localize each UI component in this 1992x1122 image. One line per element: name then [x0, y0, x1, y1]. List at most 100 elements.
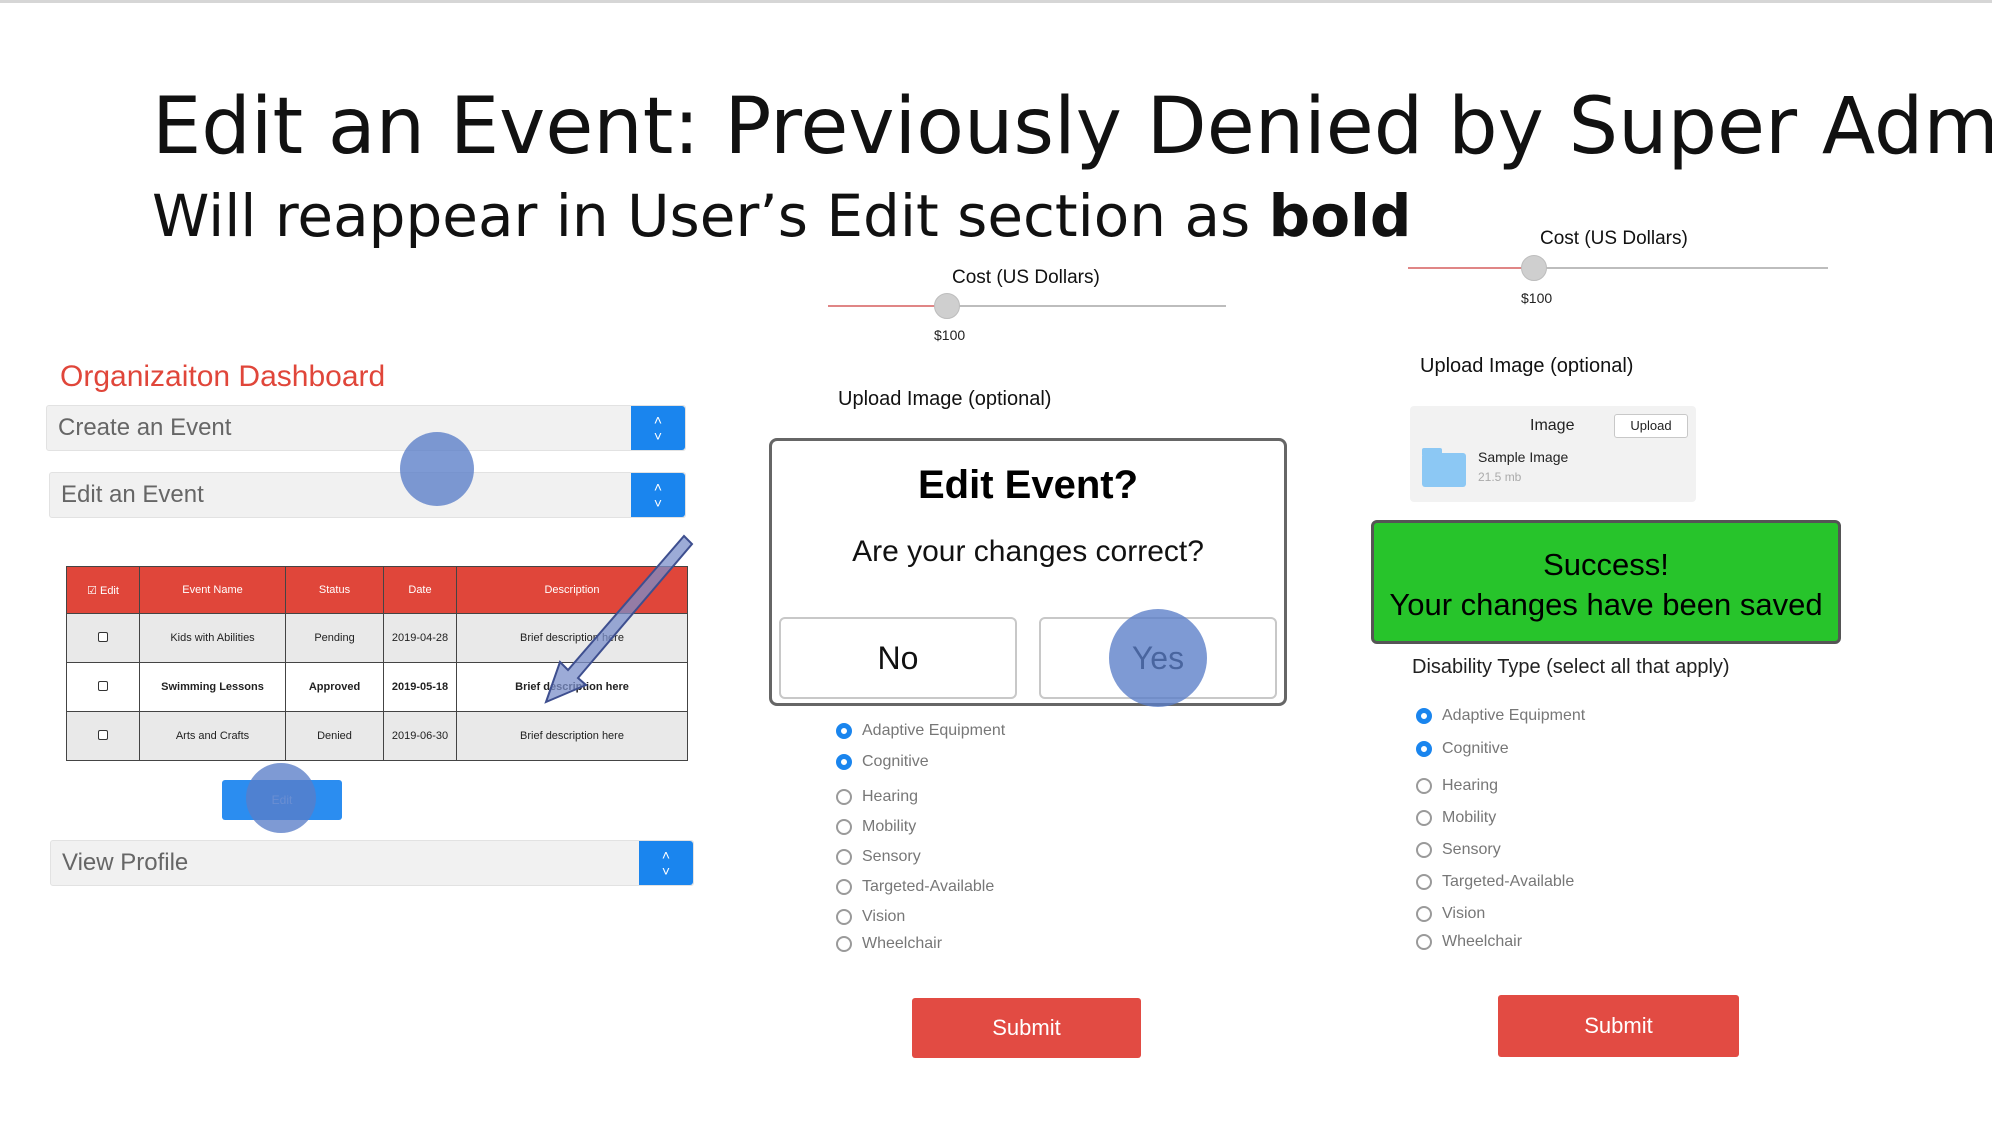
upload-button[interactable]: Upload — [1614, 414, 1688, 438]
radio-button[interactable] — [1416, 810, 1432, 826]
column-header-event-name: Event Name — [139, 566, 286, 614]
radio-mobility[interactable]: Mobility — [836, 818, 916, 836]
upload-image-label: Upload Image (optional) — [838, 388, 1052, 410]
radio-button[interactable] — [836, 789, 852, 805]
radio-label: Adaptive Equipment — [862, 722, 1006, 739]
radio-mobility[interactable]: Mobility — [1416, 809, 1496, 827]
no-button[interactable]: No — [779, 617, 1017, 699]
cost-slider[interactable] — [1408, 254, 1828, 284]
radio-wheelchair[interactable]: Wheelchair — [836, 935, 942, 953]
radio-adaptive-equipment[interactable]: Adaptive Equipment — [836, 722, 1005, 740]
top-border — [0, 0, 1992, 3]
event-name-cell: Swimming Lessons — [139, 662, 286, 712]
radio-label: Targeted-Available — [1442, 873, 1575, 890]
column-header-status: Status — [285, 566, 384, 614]
radio-targeted-available[interactable]: Targeted-Available — [836, 878, 994, 896]
radio-label: Wheelchair — [1442, 933, 1523, 950]
success-banner: Success! Your changes have been saved — [1371, 520, 1841, 644]
chevron-down-icon: ˅ — [653, 428, 663, 444]
radio-button[interactable] — [836, 754, 852, 770]
success-message: Your changes have been saved — [1389, 587, 1823, 622]
slider-handle[interactable] — [934, 293, 961, 319]
confirm-dialog: Edit Event? Are your changes correct? No… — [769, 438, 1287, 707]
view-profile-spinner[interactable]: ˄ ˅ — [639, 841, 693, 885]
click-highlight-marker — [400, 432, 474, 506]
edit-event-label: Edit an Event — [61, 481, 204, 508]
radio-cognitive[interactable]: Cognitive — [1416, 740, 1509, 758]
radio-label: Mobility — [862, 818, 917, 835]
radio-label: Targeted-Available — [862, 878, 995, 895]
radio-button[interactable] — [1416, 906, 1432, 922]
submit-button[interactable]: Submit — [1498, 995, 1739, 1057]
success-title: Success! — [1543, 547, 1669, 582]
create-event-label: Create an Event — [58, 414, 232, 441]
slide-title: Edit an Event: Previously Denied by Supe… — [152, 82, 1992, 172]
radio-button[interactable] — [1416, 741, 1432, 757]
submit-button[interactable]: Submit — [912, 998, 1141, 1058]
radio-cognitive[interactable]: Cognitive — [836, 753, 929, 771]
radio-label: Sensory — [1442, 841, 1501, 858]
row-checkbox[interactable] — [98, 729, 108, 740]
row-checkbox[interactable] — [98, 631, 108, 642]
cost-slider[interactable] — [828, 292, 1226, 322]
create-event-select[interactable]: Create an Event ˄ ˅ — [46, 405, 686, 451]
radio-vision[interactable]: Vision — [1416, 905, 1485, 923]
table-row[interactable]: Arts and Crafts Denied 2019-06-30 Brief … — [66, 711, 688, 761]
radio-sensory[interactable]: Sensory — [836, 848, 921, 866]
edit-event-select[interactable]: Edit an Event ˄ ˅ — [49, 472, 686, 518]
click-highlight-marker — [1109, 609, 1207, 707]
radio-wheelchair[interactable]: Wheelchair — [1416, 933, 1522, 951]
row-checkbox-cell[interactable] — [66, 711, 140, 761]
cost-value: $100 — [934, 327, 966, 343]
radio-targeted-available[interactable]: Targeted-Available — [1416, 873, 1574, 891]
radio-button[interactable] — [1416, 708, 1432, 724]
dashboard-title: Organizaiton Dashboard — [60, 360, 386, 393]
disability-type-label: Disability Type (select all that apply) — [1412, 656, 1730, 678]
radio-sensory[interactable]: Sensory — [1416, 841, 1501, 859]
radio-hearing[interactable]: Hearing — [836, 788, 918, 806]
event-name-cell: Kids with Abilities — [139, 613, 286, 663]
radio-label: Hearing — [862, 788, 919, 805]
row-checkbox-cell[interactable] — [66, 613, 140, 663]
radio-button[interactable] — [836, 936, 852, 952]
upload-image-label: Upload Image (optional) — [1420, 355, 1634, 377]
click-highlight-marker — [246, 763, 316, 833]
radio-button[interactable] — [836, 723, 852, 739]
date-cell: 2019-04-28 — [383, 613, 457, 663]
radio-button[interactable] — [836, 849, 852, 865]
slide-subtitle: Will reappear in User’s Edit section as … — [152, 182, 1411, 250]
radio-label: Sensory — [862, 848, 921, 865]
radio-button[interactable] — [836, 909, 852, 925]
radio-label: Mobility — [1442, 809, 1497, 826]
radio-button[interactable] — [1416, 778, 1432, 794]
chevron-up-icon: ˄ — [653, 412, 663, 428]
status-cell: Approved — [285, 662, 384, 712]
file-size: 21.5 mb — [1478, 470, 1522, 484]
radio-button[interactable] — [836, 879, 852, 895]
radio-vision[interactable]: Vision — [836, 908, 905, 926]
cost-value: $100 — [1521, 290, 1553, 306]
radio-hearing[interactable]: Hearing — [1416, 777, 1498, 795]
subtitle-bold-word: bold — [1268, 182, 1412, 250]
view-profile-select[interactable]: View Profile ˄ ˅ — [50, 840, 694, 886]
radio-button[interactable] — [1416, 934, 1432, 950]
slider-handle[interactable] — [1521, 255, 1547, 281]
image-upload-box: Image Upload Sample Image 21.5 mb — [1410, 406, 1696, 502]
radio-button[interactable] — [836, 819, 852, 835]
radio-label: Adaptive Equipment — [1442, 707, 1586, 724]
event-name-cell: Arts and Crafts — [139, 711, 286, 761]
radio-label: Wheelchair — [862, 935, 943, 952]
date-cell: 2019-06-30 — [383, 711, 457, 761]
edit-event-spinner[interactable]: ˄ ˅ — [631, 473, 685, 517]
radio-adaptive-equipment[interactable]: Adaptive Equipment — [1416, 707, 1585, 725]
row-checkbox[interactable] — [98, 680, 108, 691]
create-event-spinner[interactable]: ˄ ˅ — [631, 406, 685, 450]
file-name: Sample Image — [1478, 449, 1569, 465]
chevron-down-icon: ˅ — [653, 495, 663, 511]
radio-button[interactable] — [1416, 842, 1432, 858]
row-checkbox-cell[interactable] — [66, 662, 140, 712]
radio-button[interactable] — [1416, 874, 1432, 890]
dialog-title: Edit Event? — [917, 463, 1139, 507]
status-cell: Pending — [285, 613, 384, 663]
slider-fill — [828, 305, 948, 307]
